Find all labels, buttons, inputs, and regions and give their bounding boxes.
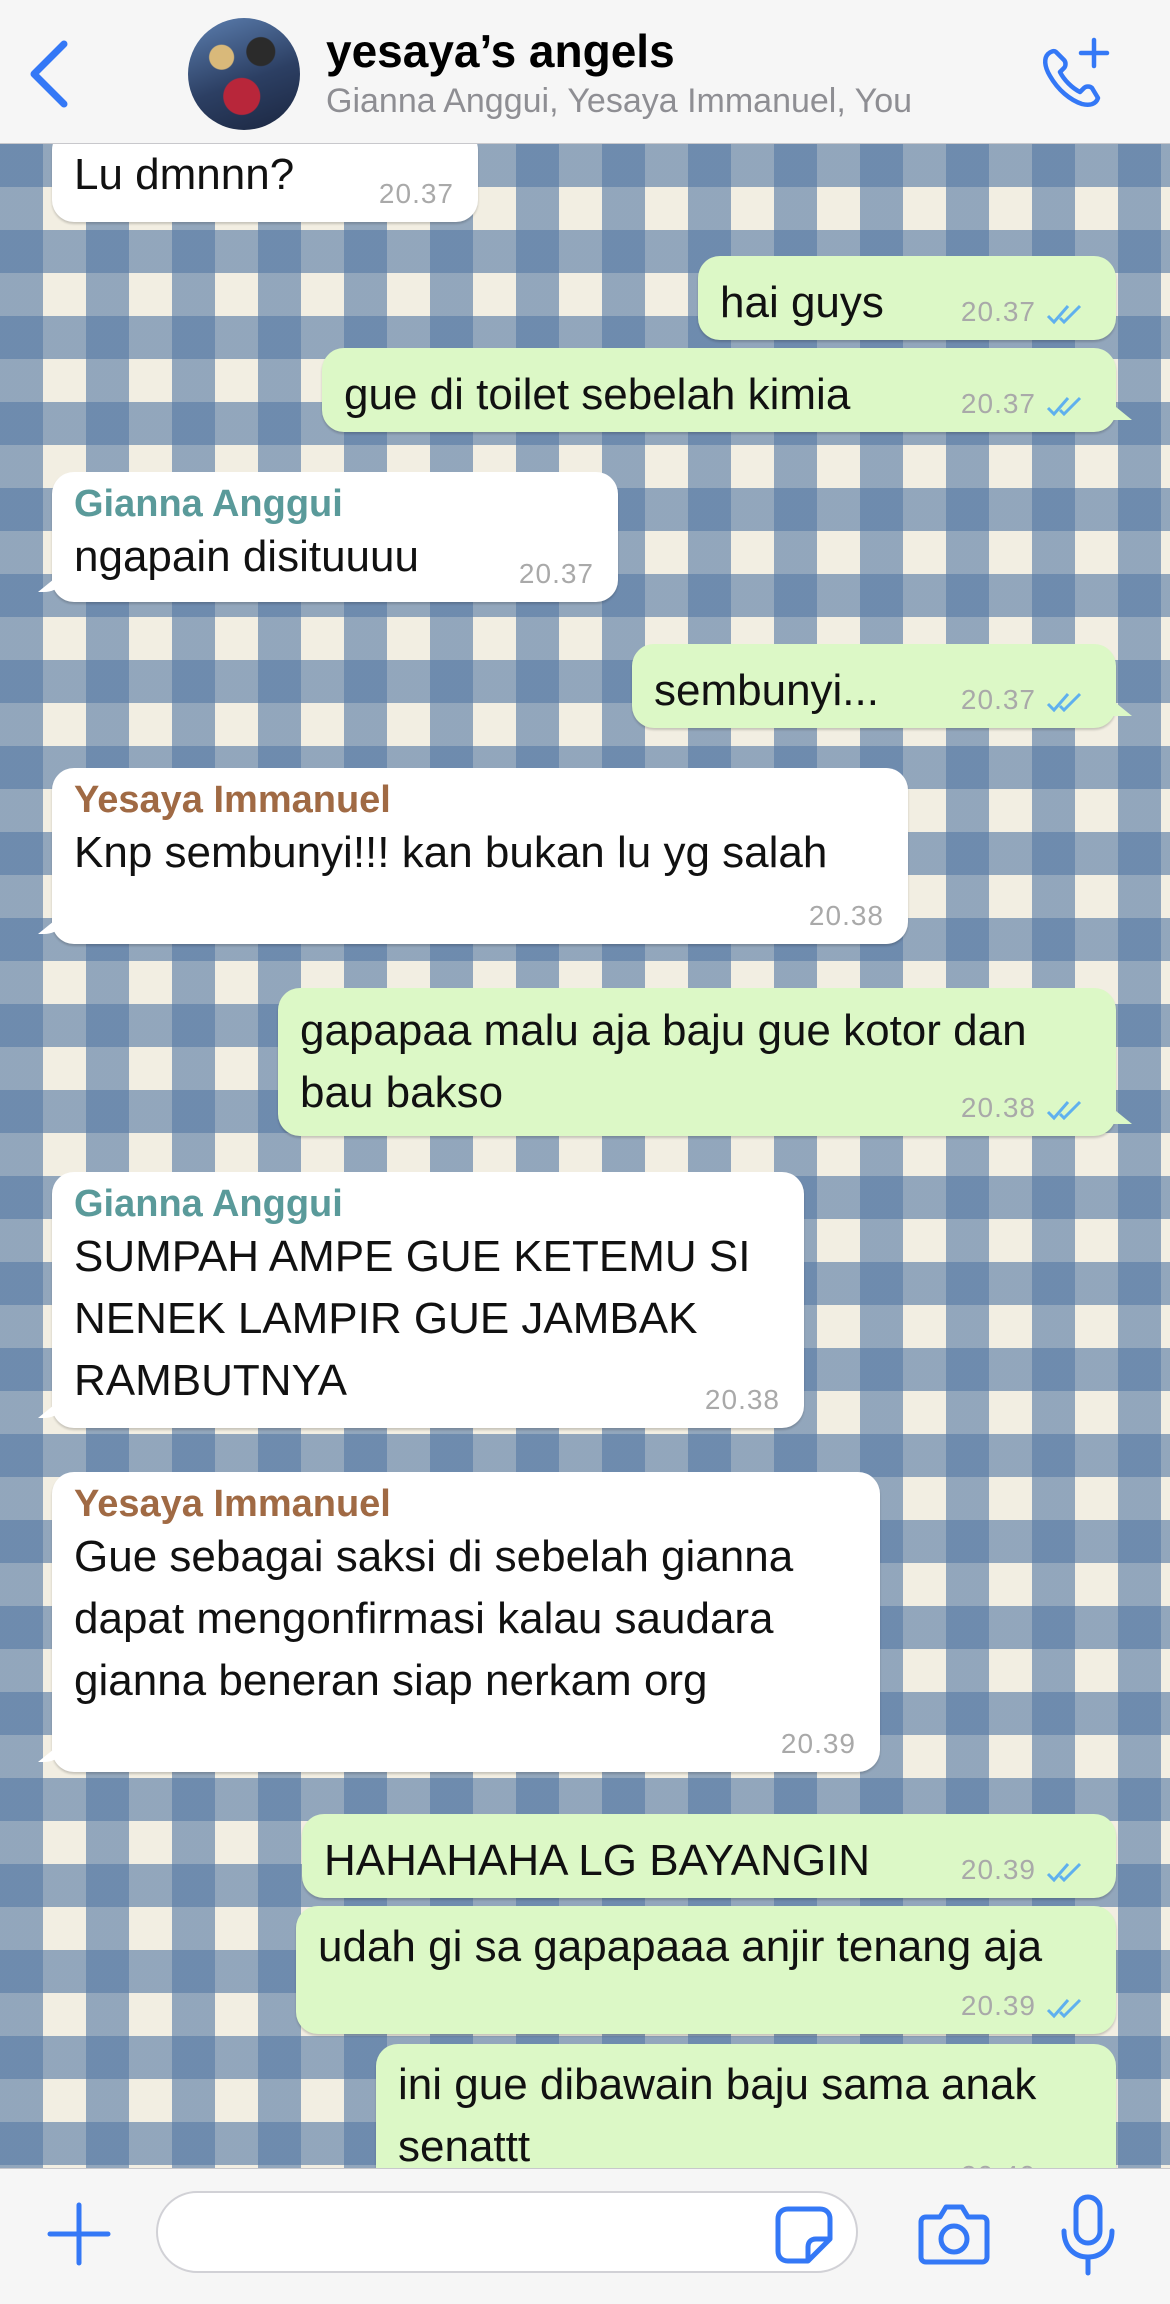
message-meta: 20.39 <box>961 1854 1086 1886</box>
message-time: 20.38 <box>808 900 884 931</box>
message-meta: 20.39 <box>961 1990 1086 2022</box>
message-time: 20.37 <box>378 178 454 209</box>
phone-plus-icon <box>1043 37 1110 107</box>
message-text: ngapain disituuuu <box>74 532 419 581</box>
message-text: Knp sembunyi!!! kan bukan lu yg salah <box>74 828 828 877</box>
message-meta: 20.38 <box>961 1092 1086 1124</box>
message-bubble[interactable]: ini gue dibawain baju sama anak senattt … <box>376 2044 1116 2168</box>
message-time: 20.37 <box>518 558 594 589</box>
microphone-icon <box>1061 2194 1115 2276</box>
chat-title[interactable]: yesaya’s angels <box>326 24 675 78</box>
message-meta: 20.37 <box>961 684 1086 716</box>
plus-icon <box>47 2202 111 2266</box>
chat-header: yesaya’s angels Gianna Anggui, Yesaya Im… <box>0 0 1170 144</box>
double-check-icon <box>1046 396 1082 416</box>
attach-button[interactable] <box>44 2199 114 2269</box>
message-meta: 20.37 <box>961 388 1086 420</box>
message-time: 20.38 <box>704 1384 780 1415</box>
message-bubble[interactable]: Gianna Anggui SUMPAH AMPE GUE KETEMU SI … <box>52 1172 804 1428</box>
group-avatar[interactable] <box>188 18 300 130</box>
message-bubble[interactable]: hai guys 20.37 <box>698 256 1116 340</box>
message-time: 20.37 <box>960 296 1036 327</box>
message-time: 20.39 <box>960 1854 1036 1885</box>
message-bubble[interactable]: HAHAHAHA LG BAYANGIN 20.39 <box>302 1814 1116 1898</box>
double-check-icon <box>1046 1998 1082 2018</box>
sticker-button[interactable] <box>774 2205 834 2265</box>
message-text: SUMPAH AMPE GUE KETEMU SI NENEK LAMPIR G… <box>74 1232 751 1405</box>
message-bubble[interactable]: gapapaa malu aja baju gue kotor dan bau … <box>278 988 1116 1136</box>
message-input[interactable] <box>156 2191 858 2273</box>
double-check-icon <box>1046 692 1082 712</box>
message-time: 20.38 <box>960 1092 1036 1123</box>
message-time: 20.39 <box>780 1728 856 1759</box>
chevron-left-icon <box>30 40 68 108</box>
double-check-icon <box>1046 1862 1082 1882</box>
sender-name[interactable]: Gianna Anggui <box>74 482 596 526</box>
double-check-icon <box>1046 1100 1082 1120</box>
chat-area[interactable]: Lu dmnnn? 20.37 hai guys 20.37 gue di to… <box>0 144 1170 2168</box>
composer-bar <box>0 2168 1170 2304</box>
double-check-icon <box>1046 304 1082 324</box>
add-call-button[interactable] <box>1030 34 1114 118</box>
message-time: 20.39 <box>960 1990 1036 2021</box>
message-bubble[interactable]: Yesaya Immanuel Knp sembunyi!!! kan buka… <box>52 768 908 944</box>
sticker-icon <box>775 2206 833 2264</box>
message-bubble[interactable]: gue di toilet sebelah kimia 20.37 <box>322 348 1116 432</box>
back-button[interactable] <box>20 36 80 112</box>
message-bubble[interactable]: Yesaya Immanuel Gue sebagai saksi di seb… <box>52 1472 880 1772</box>
message-time: 20.40 <box>961 2160 1036 2168</box>
microphone-button[interactable] <box>1058 2193 1118 2277</box>
sender-name[interactable]: Yesaya Immanuel <box>74 778 886 822</box>
message-bubble[interactable]: Lu dmnnn? 20.37 <box>52 144 478 222</box>
message-bubble[interactable]: sembunyi... 20.37 <box>632 644 1116 728</box>
camera-icon <box>918 2204 990 2265</box>
message-bubble[interactable]: Gianna Anggui ngapain disituuuu 20.37 <box>52 472 618 602</box>
message-text: Gue sebagai saksi di sebelah gianna dapa… <box>74 1532 794 1705</box>
message-text: udah gi sa gapapaaa anjir tenang aja <box>318 1922 1043 1971</box>
sender-name[interactable]: Yesaya Immanuel <box>74 1482 858 1526</box>
message-meta: 20.37 <box>961 296 1086 328</box>
message-text: ini gue dibawain baju sama anak senattt <box>398 2060 1037 2168</box>
camera-button[interactable] <box>918 2199 990 2269</box>
message-meta: 20.40 <box>961 2160 1086 2168</box>
message-bubble[interactable]: udah gi sa gapapaaa anjir tenang aja 20.… <box>296 1906 1116 2034</box>
sender-name[interactable]: Gianna Anggui <box>74 1182 782 1226</box>
message-time: 20.37 <box>960 684 1036 715</box>
message-time: 20.37 <box>960 388 1036 419</box>
chat-participants[interactable]: Gianna Anggui, Yesaya Immanuel, You <box>326 82 912 121</box>
